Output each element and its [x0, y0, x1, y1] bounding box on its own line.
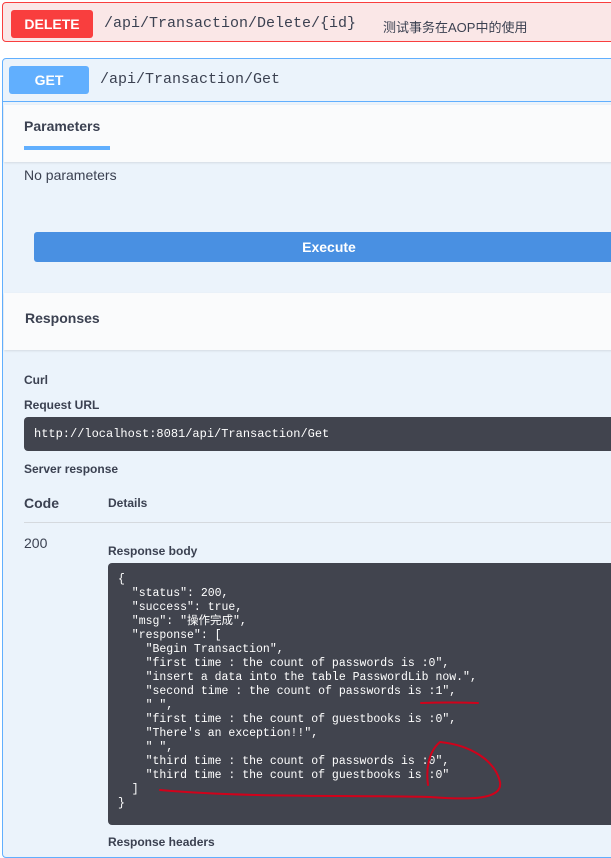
- request-url-label: Request URL: [24, 398, 100, 412]
- response-body-line: " ",: [145, 741, 174, 754]
- response-body-line: " ",: [145, 699, 174, 712]
- response-status-code: 200: [24, 535, 48, 551]
- response-body-line: "There's an exception!!",: [145, 727, 319, 740]
- column-header-code: Code: [24, 495, 59, 511]
- response-headers-label: Response headers: [108, 835, 215, 849]
- table-divider: [24, 522, 611, 523]
- delete-operation[interactable]: DELETE /api/Transaction/Delete/{id} 测试事务…: [2, 2, 611, 42]
- server-response-label: Server response: [24, 462, 119, 476]
- delete-path: /api/Transaction/Delete/{id}: [104, 15, 357, 32]
- response-body-line: "third time : the count of passwords is …: [145, 755, 450, 768]
- curl-label: Curl: [24, 373, 48, 387]
- responses-title: Responses: [25, 310, 100, 326]
- response-body-line: "status": 200,: [131, 587, 229, 600]
- column-header-details: Details: [108, 496, 148, 510]
- response-body-line: "response": [: [131, 629, 222, 642]
- get-operation: GET /api/Transaction/Get Parameters No p…: [2, 58, 611, 858]
- response-body-line: "success": true,: [131, 601, 243, 614]
- request-url-box[interactable]: http://localhost:8081/api/Transaction/Ge…: [24, 417, 611, 451]
- delete-summary: 测试事务在AOP中的使用: [383, 20, 528, 35]
- response-body-line: "msg": "操作完成",: [131, 615, 247, 628]
- response-body-line: "first time : the count of guestbooks is…: [145, 713, 457, 726]
- parameters-section-header: Parameters: [4, 105, 611, 162]
- response-body-box[interactable]: { "status": 200, "success": true, "msg":…: [108, 563, 611, 825]
- execute-button[interactable]: Execute: [34, 232, 611, 262]
- response-body-label: Response body: [108, 544, 198, 558]
- tab-parameters[interactable]: Parameters: [24, 118, 110, 150]
- delete-method-badge: DELETE: [11, 10, 93, 38]
- responses-section-header: Responses: [4, 293, 611, 350]
- request-url: http://localhost:8081/api/Transaction/Ge…: [34, 427, 330, 441]
- response-body-line: "insert a data into the table PasswordLi…: [145, 671, 477, 684]
- get-path: /api/Transaction/Get: [100, 71, 281, 88]
- response-body-line: "first time : the count of passwords is …: [145, 657, 450, 670]
- response-body-line: {: [118, 573, 125, 586]
- response-body-line: "Begin Transaction",: [145, 643, 284, 656]
- response-body-line: "third time : the count of guestbooks is…: [145, 769, 450, 782]
- response-body-line: "second time : the count of passwords is…: [145, 685, 457, 698]
- get-method-badge: GET: [9, 66, 89, 94]
- response-body-line: }: [118, 797, 125, 810]
- response-body-code: { "status": 200, "success": true, "msg":…: [118, 573, 477, 811]
- response-body-line: ]: [131, 783, 139, 796]
- get-operation-header[interactable]: GET /api/Transaction/Get: [3, 59, 611, 102]
- no-parameters-text: No parameters: [24, 167, 117, 183]
